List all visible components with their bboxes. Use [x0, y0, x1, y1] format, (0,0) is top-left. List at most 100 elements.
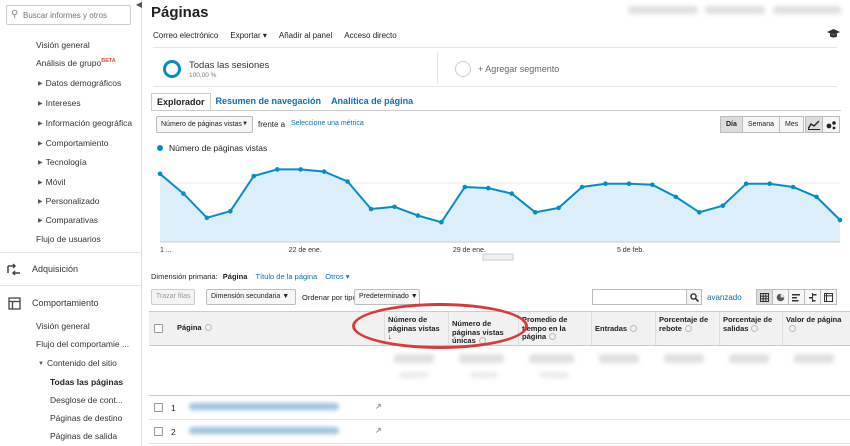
motion-chart-icon[interactable]	[822, 116, 840, 133]
email-button[interactable]: Correo electrónico	[153, 31, 218, 40]
column-header-entradas[interactable]: Entradas	[591, 312, 655, 347]
data-point[interactable]	[556, 205, 561, 211]
tab-analitica-pagina[interactable]: Analítica de página	[326, 93, 418, 111]
column-header-pagina[interactable]: Página	[169, 312, 384, 347]
data-point[interactable]	[579, 184, 585, 190]
column-header-avg-time[interactable]: Promedio de tiempo en la página	[518, 312, 591, 347]
data-point[interactable]	[415, 213, 421, 218]
sidebar-section-comportamiento[interactable]: Comportamiento	[6, 296, 99, 310]
advanced-filter-link[interactable]: avanzado	[707, 293, 742, 302]
sidebar-item-site-content[interactable]: ▼ Contenido del sitio	[38, 358, 117, 368]
data-point[interactable]	[814, 194, 819, 200]
data-point[interactable]	[650, 182, 655, 188]
sidebar-item-analisis-grupo[interactable]: Análisis de grupoBETA	[36, 58, 116, 68]
shortcut-button[interactable]: Acceso directo	[344, 31, 396, 40]
data-point[interactable]	[321, 169, 327, 174]
data-point[interactable]	[274, 167, 280, 172]
select-all-checkbox[interactable]	[154, 324, 163, 333]
dimension-others-link[interactable]: Otros ▾	[325, 272, 349, 281]
sidebar-item-content-drilldown[interactable]: Desglose de cont...	[50, 395, 123, 405]
sidebar-item-comportamiento-sub[interactable]: ▶ Comportamiento	[38, 138, 108, 148]
sidebar-item-personalizado[interactable]: ▶ Personalizado	[38, 196, 100, 206]
data-point[interactable]	[603, 181, 608, 186]
sidebar-item-geografica[interactable]: ▶ Información geográfica	[38, 118, 132, 128]
pie-view-icon[interactable]	[772, 289, 789, 305]
data-point[interactable]	[251, 173, 257, 179]
data-point[interactable]	[837, 217, 843, 223]
data-point[interactable]	[439, 219, 444, 225]
data-point[interactable]	[228, 208, 233, 214]
sort-type-select[interactable]: Predeterminado ▼	[354, 289, 420, 305]
add-to-dashboard-button[interactable]: Añadir al panel	[279, 31, 332, 40]
empty-segment-circle-icon[interactable]	[455, 61, 471, 77]
export-button[interactable]: Exportar ▾	[230, 31, 266, 40]
performance-view-icon[interactable]	[788, 289, 805, 305]
period-week-button[interactable]: Semana	[741, 116, 780, 133]
open-link-icon[interactable]: ↗	[375, 426, 382, 435]
data-point[interactable]	[509, 191, 515, 196]
sidebar-item-behavior-overview[interactable]: Visión general	[36, 321, 90, 331]
row-checkbox[interactable]	[154, 403, 163, 412]
tab-resumen-navegacion[interactable]: Resumen de navegación	[211, 93, 327, 111]
compare-metric-link[interactable]: Seleccione una métrica	[291, 120, 364, 127]
sidebar-search[interactable]: ⚲	[6, 5, 131, 25]
sidebar-item-behavior-flow[interactable]: Flujo del comportamie ...	[36, 339, 129, 349]
data-point[interactable]	[626, 181, 632, 186]
data-point[interactable]	[345, 179, 350, 184]
segment-circle-icon[interactable]	[163, 60, 181, 78]
open-link-icon[interactable]: ↗	[375, 402, 382, 411]
chart-resize-handle[interactable]	[482, 253, 514, 261]
period-day-button[interactable]: Día	[720, 116, 743, 133]
grid-view-icon[interactable]	[756, 289, 773, 305]
data-point[interactable]	[462, 184, 468, 190]
segment-all-sessions[interactable]: Todas las sesiones	[189, 60, 269, 71]
sidebar-section-adquisicion[interactable]: Adquisición	[6, 262, 78, 276]
data-point[interactable]	[697, 210, 702, 215]
line-chart-icon[interactable]	[805, 116, 823, 133]
data-point[interactable]	[743, 181, 749, 186]
comparison-view-icon[interactable]	[804, 289, 821, 305]
row-checkbox[interactable]	[154, 427, 163, 436]
data-point[interactable]	[181, 191, 186, 196]
table-row[interactable]: 1 ↗	[149, 396, 850, 420]
period-month-button[interactable]: Mes	[778, 116, 805, 133]
sidebar-item-all-pages[interactable]: Todas las páginas	[50, 377, 123, 387]
blurred-page-link[interactable]	[189, 403, 339, 410]
data-point[interactable]	[673, 194, 679, 200]
data-point[interactable]	[720, 203, 726, 208]
data-point[interactable]	[298, 167, 303, 172]
data-point[interactable]	[790, 184, 796, 190]
graduation-cap-icon[interactable]	[827, 29, 840, 42]
sidebar-item-landing-pages[interactable]: Páginas de destino	[50, 413, 122, 423]
column-header-page-value[interactable]: Valor de página	[782, 312, 850, 347]
table-row[interactable]: 2 ↗	[149, 420, 850, 444]
sidebar: ⚲ ◀ Visión general Análisis de grupoBETA…	[0, 0, 142, 446]
search-input[interactable]	[23, 8, 127, 22]
sidebar-item-vision-general[interactable]: Visión general	[36, 40, 90, 50]
data-point[interactable]	[392, 204, 397, 210]
secondary-dimension-select[interactable]: Dimensión secundaria ▼	[206, 289, 296, 305]
data-point[interactable]	[157, 171, 163, 177]
data-point[interactable]	[485, 185, 491, 191]
data-point[interactable]	[532, 210, 538, 215]
sidebar-item-comparativas[interactable]: ▶ Comparativas	[38, 215, 98, 225]
sidebar-item-exit-pages[interactable]: Páginas de salida	[50, 431, 117, 441]
metric-select[interactable]: Número de páginas vistas ▼	[156, 116, 253, 133]
sidebar-item-flujo-usuarios[interactable]: Flujo de usuarios	[36, 234, 101, 244]
tab-explorador[interactable]: Explorador	[151, 93, 211, 111]
pivot-view-icon[interactable]	[820, 289, 837, 305]
sidebar-item-tecnologia[interactable]: ▶ Tecnología	[38, 157, 87, 167]
data-point[interactable]	[767, 181, 772, 186]
plot-rows-button[interactable]: Trazar filas	[151, 289, 196, 305]
data-point[interactable]	[368, 206, 374, 212]
sidebar-item-demograficos[interactable]: ▶ Datos demográficos	[38, 78, 121, 88]
sidebar-item-movil[interactable]: ▶ Móvil	[38, 177, 65, 187]
column-header-bounce-rate[interactable]: Porcentaje de rebote	[655, 312, 719, 347]
dimension-title-link[interactable]: Título de la página	[255, 272, 317, 281]
data-point[interactable]	[204, 215, 210, 221]
search-icon[interactable]	[686, 289, 702, 305]
sidebar-item-intereses[interactable]: ▶ Intereses	[38, 98, 81, 108]
blurred-page-link[interactable]	[189, 427, 339, 434]
add-segment-button[interactable]: + Agregar segmento	[478, 64, 559, 74]
column-header-exit-rate[interactable]: Porcentaje de salidas	[719, 312, 782, 347]
